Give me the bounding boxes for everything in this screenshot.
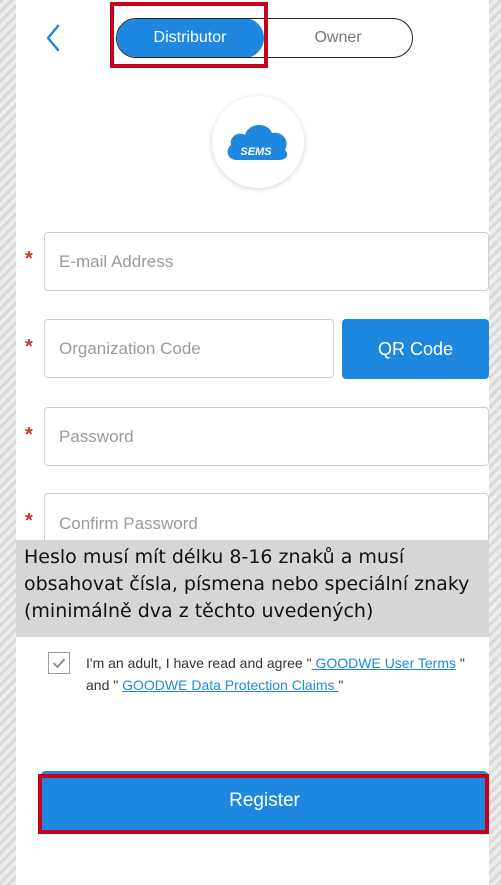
logo-text: SEMS: [240, 146, 272, 158]
background-left: [0, 0, 16, 885]
terms-prefix: I'm an adult, I have read and agree ": [86, 655, 312, 671]
tab-owner[interactable]: Owner: [264, 19, 412, 57]
data-protection-link[interactable]: GOODWE Data Protection Claims: [122, 677, 338, 693]
hint-line: Heslo musí mít délku 8-16 znaků a musí: [24, 546, 405, 568]
email-placeholder: E-mail Address: [59, 251, 174, 271]
required-mark: *: [25, 510, 33, 532]
background-right: [489, 0, 501, 885]
confirm-password-placeholder: Confirm Password: [59, 514, 198, 533]
email-field[interactable]: E-mail Address: [44, 232, 489, 291]
user-terms-link[interactable]: GOODWE User Terms: [312, 655, 456, 671]
hint-line: (minimálně dva z těchto uvedených): [24, 600, 374, 622]
check-icon: [52, 658, 66, 669]
terms-suffix: ": [338, 677, 344, 693]
terms-agreement: I'm an adult, I have read and agree " GO…: [48, 652, 488, 696]
register-screen: Distributor Owner SEMS * E-mail Address …: [16, 0, 489, 885]
highlight-box-register: [38, 774, 489, 834]
back-button[interactable]: [38, 18, 68, 58]
organization-code-placeholder: Organization Code: [59, 338, 201, 358]
organization-code-field[interactable]: Organization Code: [44, 319, 334, 378]
required-mark: *: [25, 336, 33, 358]
required-mark: *: [25, 424, 33, 446]
password-placeholder: Password: [59, 426, 134, 446]
required-mark: *: [25, 248, 33, 270]
chevron-left-icon: [46, 24, 60, 52]
sems-logo: SEMS: [212, 96, 304, 188]
password-hint-tooltip: Heslo musí mít délku 8-16 znaků a musí o…: [16, 540, 489, 637]
highlight-box-tab: [110, 2, 268, 68]
hint-line: obsahovat čísla, písmena nebo speciální …: [24, 573, 470, 595]
terms-text: I'm an adult, I have read and agree " GO…: [48, 652, 488, 696]
qr-code-button[interactable]: QR Code: [342, 319, 489, 379]
password-field[interactable]: Password: [44, 407, 489, 466]
agree-checkbox[interactable]: [48, 652, 70, 674]
cloud-icon: SEMS: [227, 124, 288, 160]
